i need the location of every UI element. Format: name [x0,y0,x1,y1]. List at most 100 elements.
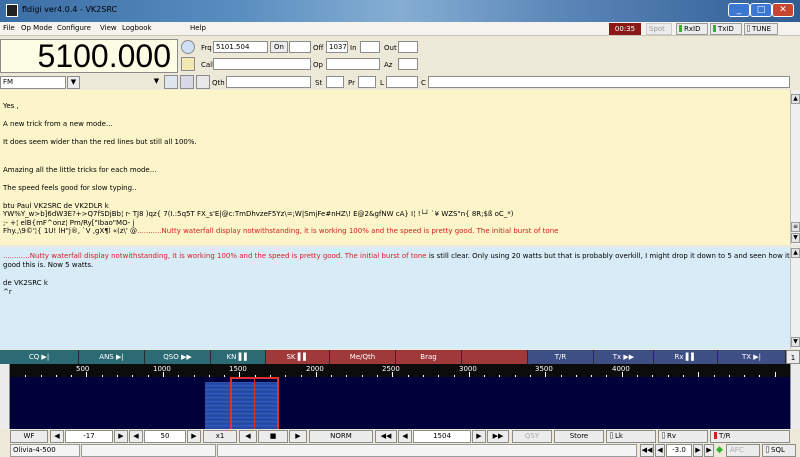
afc-indicator-icon: ◆ [716,445,723,455]
qth-field[interactable] [226,76,311,88]
macro-txid-button[interactable]: TX ▶| [718,350,786,364]
notes-icon[interactable] [180,75,194,89]
out-field[interactable] [398,41,418,53]
menu-logbook[interactable]: Logbook [122,24,152,32]
range-increase-icon[interactable]: ▶ [187,430,201,443]
title-bar: fldigi ver4.0.4 - VK2SRC _ □ ✕ [0,0,800,22]
speed-button[interactable]: NORM [309,430,373,443]
macro-brag-button[interactable]: Brag [396,350,462,364]
spot-button[interactable]: Spot [646,23,672,35]
macro-page-indicator[interactable]: 1 [786,350,800,364]
scale-tick-label: 1000 [153,365,171,373]
waterfall-display[interactable] [10,377,790,429]
macro-cq-button[interactable]: CQ ▶| [0,350,79,364]
log-save-icon[interactable] [196,75,210,89]
afc-toggle[interactable]: AFC [726,444,760,457]
freq-fast-up-icon[interactable]: ▶▶ [487,430,509,443]
macro-empty-button[interactable] [462,350,528,364]
scroll-up-icon[interactable]: ▲ [791,248,800,258]
freq-fast-down-icon[interactable]: ◀◀ [375,430,397,443]
menu-op-mode[interactable]: Op Mode [21,24,52,32]
ref-level-field[interactable]: -17 [65,430,113,443]
scroll-thumb[interactable]: ≡ [791,222,800,232]
afc-down-icon[interactable]: ◀ [655,444,665,457]
frq-label: Frq [201,44,212,52]
waterfall-right-gutter [790,364,800,429]
on-button[interactable]: On [270,41,288,53]
menu-view[interactable]: View [100,24,117,32]
freq-down-icon[interactable]: ◀ [398,430,412,443]
reverse-toggle[interactable]: Rv [658,430,708,443]
refresh-icon[interactable] [164,75,178,89]
qsy-button[interactable]: QSY [512,430,552,443]
txid-button[interactable]: TxID [710,23,742,35]
store-button[interactable]: Store [554,430,604,443]
menu-file[interactable]: File [3,24,15,32]
macro-tr-button[interactable]: T/R [528,350,594,364]
wf-mode-button[interactable]: WF [10,430,48,443]
afc-up-icon[interactable]: ▶ [693,444,703,457]
call-field[interactable] [213,58,311,70]
pr-field[interactable] [358,76,376,88]
frq-field[interactable]: 5101.504 [213,41,268,53]
ref-increase-icon[interactable]: ▶ [114,430,128,443]
range-field[interactable]: 50 [144,430,186,443]
macro-meqth-button[interactable]: Me/Qth [330,350,396,364]
lock-toggle[interactable]: Lk [606,430,656,443]
clear-log-icon[interactable] [181,57,195,71]
close-button[interactable]: ✕ [772,3,794,17]
scale-tick-label: 2500 [382,365,400,373]
country-field[interactable] [428,76,790,88]
macro-rx-button[interactable]: Rx ▌▌ [654,350,718,364]
macro-tx-button[interactable]: Tx ▶▶ [594,350,654,364]
lookup-icon[interactable] [181,40,195,54]
menu-help[interactable]: Help [190,24,206,32]
macro-kn-button[interactable]: KN ▌▌ [211,350,266,364]
bandwidth-dropdown-icon[interactable]: ▼ [150,76,163,89]
scroll-down-icon[interactable]: ▼ [791,233,800,243]
zoom-button[interactable]: x1 [203,430,237,443]
shift-left-icon[interactable]: ◀ [239,430,257,443]
frequency-scale[interactable]: 500 1000 1500 2000 2500 3000 3500 4000 [10,364,790,377]
tr-toggle[interactable]: T/R [710,430,790,443]
macro-ans-button[interactable]: ANS ▶| [79,350,145,364]
maximize-button[interactable]: □ [750,3,772,17]
frequency-display[interactable]: 5100.000 [0,39,178,73]
freq-up-icon[interactable]: ▶ [472,430,486,443]
mode-select[interactable]: FM [0,76,66,89]
macro-bar: CQ ▶| ANS ▶| QSO ▶▶ KN ▌▌ SK ▌▌ Me/Qth B… [0,350,800,364]
scroll-up-icon[interactable]: ▲ [791,94,800,104]
macro-sk-button[interactable]: SK ▌▌ [266,350,330,364]
bandwidth-marker-left [230,377,232,429]
ref-decrease-icon[interactable]: ◀ [50,430,64,443]
receive-text-pane[interactable]: Yes , A new trick from a new mode... It … [0,90,790,245]
off-field[interactable]: 1037 [326,41,348,53]
shift-right-icon[interactable]: ▶ [289,430,307,443]
mode-dropdown-icon[interactable]: ▼ [67,76,80,89]
op-field[interactable] [326,58,380,70]
rx-line: It does seem wider than the red lines bu… [3,138,197,146]
rxid-button[interactable]: RxID [676,23,708,35]
spot-label: Spot [649,25,665,33]
center-icon[interactable]: ■ [258,430,288,443]
rx-scrollbar[interactable]: ▲ ≡ ▼ [790,90,800,245]
scroll-down-icon[interactable]: ▼ [791,337,800,347]
carrier-freq-field[interactable]: 1504 [413,430,471,443]
st-field[interactable] [326,76,344,88]
transmit-text-pane[interactable]: ............Nutty waterfall display notw… [0,247,790,349]
macro-qso-button[interactable]: QSO ▶▶ [145,350,211,364]
tx-scrollbar[interactable]: ▲ ▼ [790,247,800,349]
tune-button[interactable]: TUNE [744,23,778,35]
on-field[interactable] [289,41,311,53]
in-field[interactable] [360,41,380,53]
afc-value-field[interactable]: -3.0 [666,444,692,457]
range-decrease-icon[interactable]: ◀ [129,430,143,443]
az-field[interactable] [398,58,418,70]
minimize-button[interactable]: _ [728,3,750,17]
afc-fast-up-icon[interactable]: ▶ [704,444,714,457]
afc-fast-down-icon[interactable]: ◀◀ [640,444,654,457]
sql-toggle[interactable]: SQL [762,444,796,457]
locator-field[interactable] [386,76,418,88]
menu-configure[interactable]: Configure [57,24,91,32]
mode-status[interactable]: Olivia-4-500 [10,444,80,457]
